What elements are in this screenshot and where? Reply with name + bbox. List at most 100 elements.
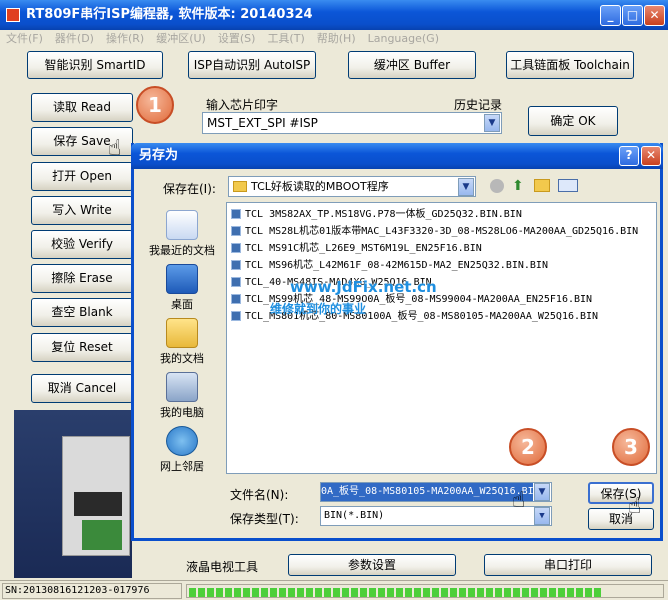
progress-segment (432, 588, 439, 597)
callout-1: 1 (136, 86, 174, 124)
progress-segment (396, 588, 403, 597)
menu-device[interactable]: 器件(D) (49, 30, 100, 48)
progress-segment (567, 588, 574, 597)
hand-cursor-icon: ☝ (512, 488, 526, 513)
progress-segment (405, 588, 412, 597)
dialog-title: 另存为 (131, 143, 663, 169)
ok-button[interactable]: 确定 OK (528, 106, 618, 136)
place-label: 我最近的文档 (149, 244, 215, 257)
place-label: 网上邻居 (160, 460, 204, 473)
filetype-value: BIN(*.BIN) (324, 510, 385, 521)
my-computer-icon (166, 372, 198, 402)
reset-button[interactable]: 复位 Reset (31, 333, 133, 362)
list-item[interactable]: TCL MS96机芯_L42M61F_08-42M615D-MA2_EN25Q3… (231, 257, 652, 274)
progress-segment (216, 588, 223, 597)
progress-segment (270, 588, 277, 597)
progress-segment (414, 588, 421, 597)
lcd-tools-label: 液晶电视工具 (186, 560, 259, 574)
folder-select[interactable]: TCL好板读取的MBOOT程序 ▼ (228, 176, 476, 197)
list-item[interactable]: TCL MS28L机芯01版本带MAC_L43F3320-3D_08-MS28L… (231, 223, 652, 240)
progress-segment (333, 588, 340, 597)
menu-language[interactable]: Language(G) (362, 30, 445, 48)
progress-segment (495, 588, 502, 597)
file-name: TCL MS28L机芯01版本带MAC_L43F3320-3D_08-MS28L… (245, 226, 639, 237)
progress-segment (342, 588, 349, 597)
callout-2: 2 (509, 428, 547, 466)
smart-id-button[interactable]: 智能识别 SmartID (27, 51, 163, 79)
place-my-computer[interactable]: 我的电脑 (139, 372, 225, 420)
chevron-down-icon[interactable]: ▼ (458, 178, 474, 196)
progress-segment (486, 588, 493, 597)
dialog-close-button[interactable]: ✕ (641, 146, 661, 166)
buffer-button[interactable]: 缓冲区 Buffer (348, 51, 476, 79)
file-list: TCL 3MS82AX_TP.MS18VG.P78一体板_GD25Q32.BIN… (226, 202, 657, 474)
list-item[interactable]: TCL 3MS82AX_TP.MS18VG.P78一体板_GD25Q32.BIN… (231, 206, 652, 223)
progress-segment (252, 588, 259, 597)
place-my-documents[interactable]: 我的文档 (139, 318, 225, 366)
list-item[interactable]: TCL MS91C机芯_L26E9_MST6M19L_EN25F16.BIN (231, 240, 652, 257)
place-recent[interactable]: 我最近的文档 (139, 210, 225, 258)
menu-file[interactable]: 文件(F) (0, 30, 49, 48)
open-button[interactable]: 打开 Open (31, 162, 133, 191)
erase-button[interactable]: 擦除 Erase (31, 264, 133, 293)
chevron-down-icon[interactable]: ▼ (484, 114, 500, 132)
help-button[interactable]: ? (619, 146, 639, 166)
my-documents-icon (166, 318, 198, 348)
menu-help[interactable]: 帮助(H) (311, 30, 362, 48)
progress-segment (513, 588, 520, 597)
menu-operate[interactable]: 操作(R) (100, 30, 150, 48)
menu-buffer[interactable]: 缓冲区(U) (150, 30, 212, 48)
progress-segment (423, 588, 430, 597)
progress-segment (504, 588, 511, 597)
bin-file-icon (231, 260, 241, 270)
close-button[interactable]: ✕ (644, 5, 665, 26)
write-button[interactable]: 写入 Write (31, 196, 133, 225)
dialog-cancel-button[interactable]: 取消 (588, 508, 654, 530)
network-icon (166, 426, 198, 456)
chevron-down-icon[interactable]: ▼ (534, 483, 550, 501)
chevron-down-icon[interactable]: ▼ (534, 507, 550, 525)
auto-isp-button[interactable]: ISP自动识别 AutoISP (188, 51, 316, 79)
read-button[interactable]: 读取 Read (31, 93, 133, 122)
progress-segment (261, 588, 268, 597)
progress-segment (594, 588, 601, 597)
progress-segment (387, 588, 394, 597)
up-folder-icon[interactable]: ⬆ (512, 178, 524, 194)
menu-settings[interactable]: 设置(S) (212, 30, 262, 48)
progress-segment (243, 588, 250, 597)
file-name: TCL MS91C机芯_L26E9_MST6M19L_EN25F16.BIN (245, 243, 482, 254)
chip-select[interactable]: MST_EXT_SPI #ISP ▼ (202, 112, 502, 134)
verify-button[interactable]: 校验 Verify (31, 230, 133, 259)
status-bar: SN:20130816121203-017976 (0, 580, 668, 600)
progress-segment (549, 588, 556, 597)
filename-value: 0A_板号_08-MS80105-MA200AA_W25Q16.BIN (321, 483, 533, 501)
minimize-button[interactable]: _ (600, 5, 621, 26)
blank-button[interactable]: 查空 Blank (31, 298, 133, 327)
menu-tools[interactable]: 工具(T) (261, 30, 310, 48)
maximize-button[interactable]: □ (622, 5, 643, 26)
progress-segment (477, 588, 484, 597)
places-bar: 我最近的文档 桌面 我的文档 我的电脑 网上邻居 (140, 202, 224, 502)
params-button[interactable]: 参数设置 (288, 554, 456, 576)
hand-cursor-icon: ☝ (628, 494, 642, 519)
view-menu-icon[interactable] (558, 179, 578, 192)
dialog-save-button[interactable]: 保存(S) (588, 482, 654, 504)
app-icon (6, 8, 20, 22)
bin-file-icon (231, 209, 241, 219)
watermark-slogan: 维修就到你的事业 (270, 302, 367, 316)
toolchain-button[interactable]: 工具链面板 Toolchain (506, 51, 634, 79)
progress-bar (186, 584, 664, 598)
new-folder-icon[interactable] (534, 179, 550, 192)
progress-segment (468, 588, 475, 597)
folder-icon (233, 181, 247, 192)
serial-print-button[interactable]: 串口打印 (484, 554, 652, 576)
progress-segment (576, 588, 583, 597)
programmer-image (14, 410, 132, 578)
cancel-button[interactable]: 取消 Cancel (31, 374, 133, 403)
back-icon[interactable] (490, 179, 504, 193)
place-label: 我的电脑 (160, 406, 204, 419)
hand-cursor-icon: ☝ (108, 136, 122, 161)
place-network[interactable]: 网上邻居 (139, 426, 225, 474)
filetype-label: 保存类型(T): (230, 512, 299, 526)
place-desktop[interactable]: 桌面 (139, 264, 225, 312)
